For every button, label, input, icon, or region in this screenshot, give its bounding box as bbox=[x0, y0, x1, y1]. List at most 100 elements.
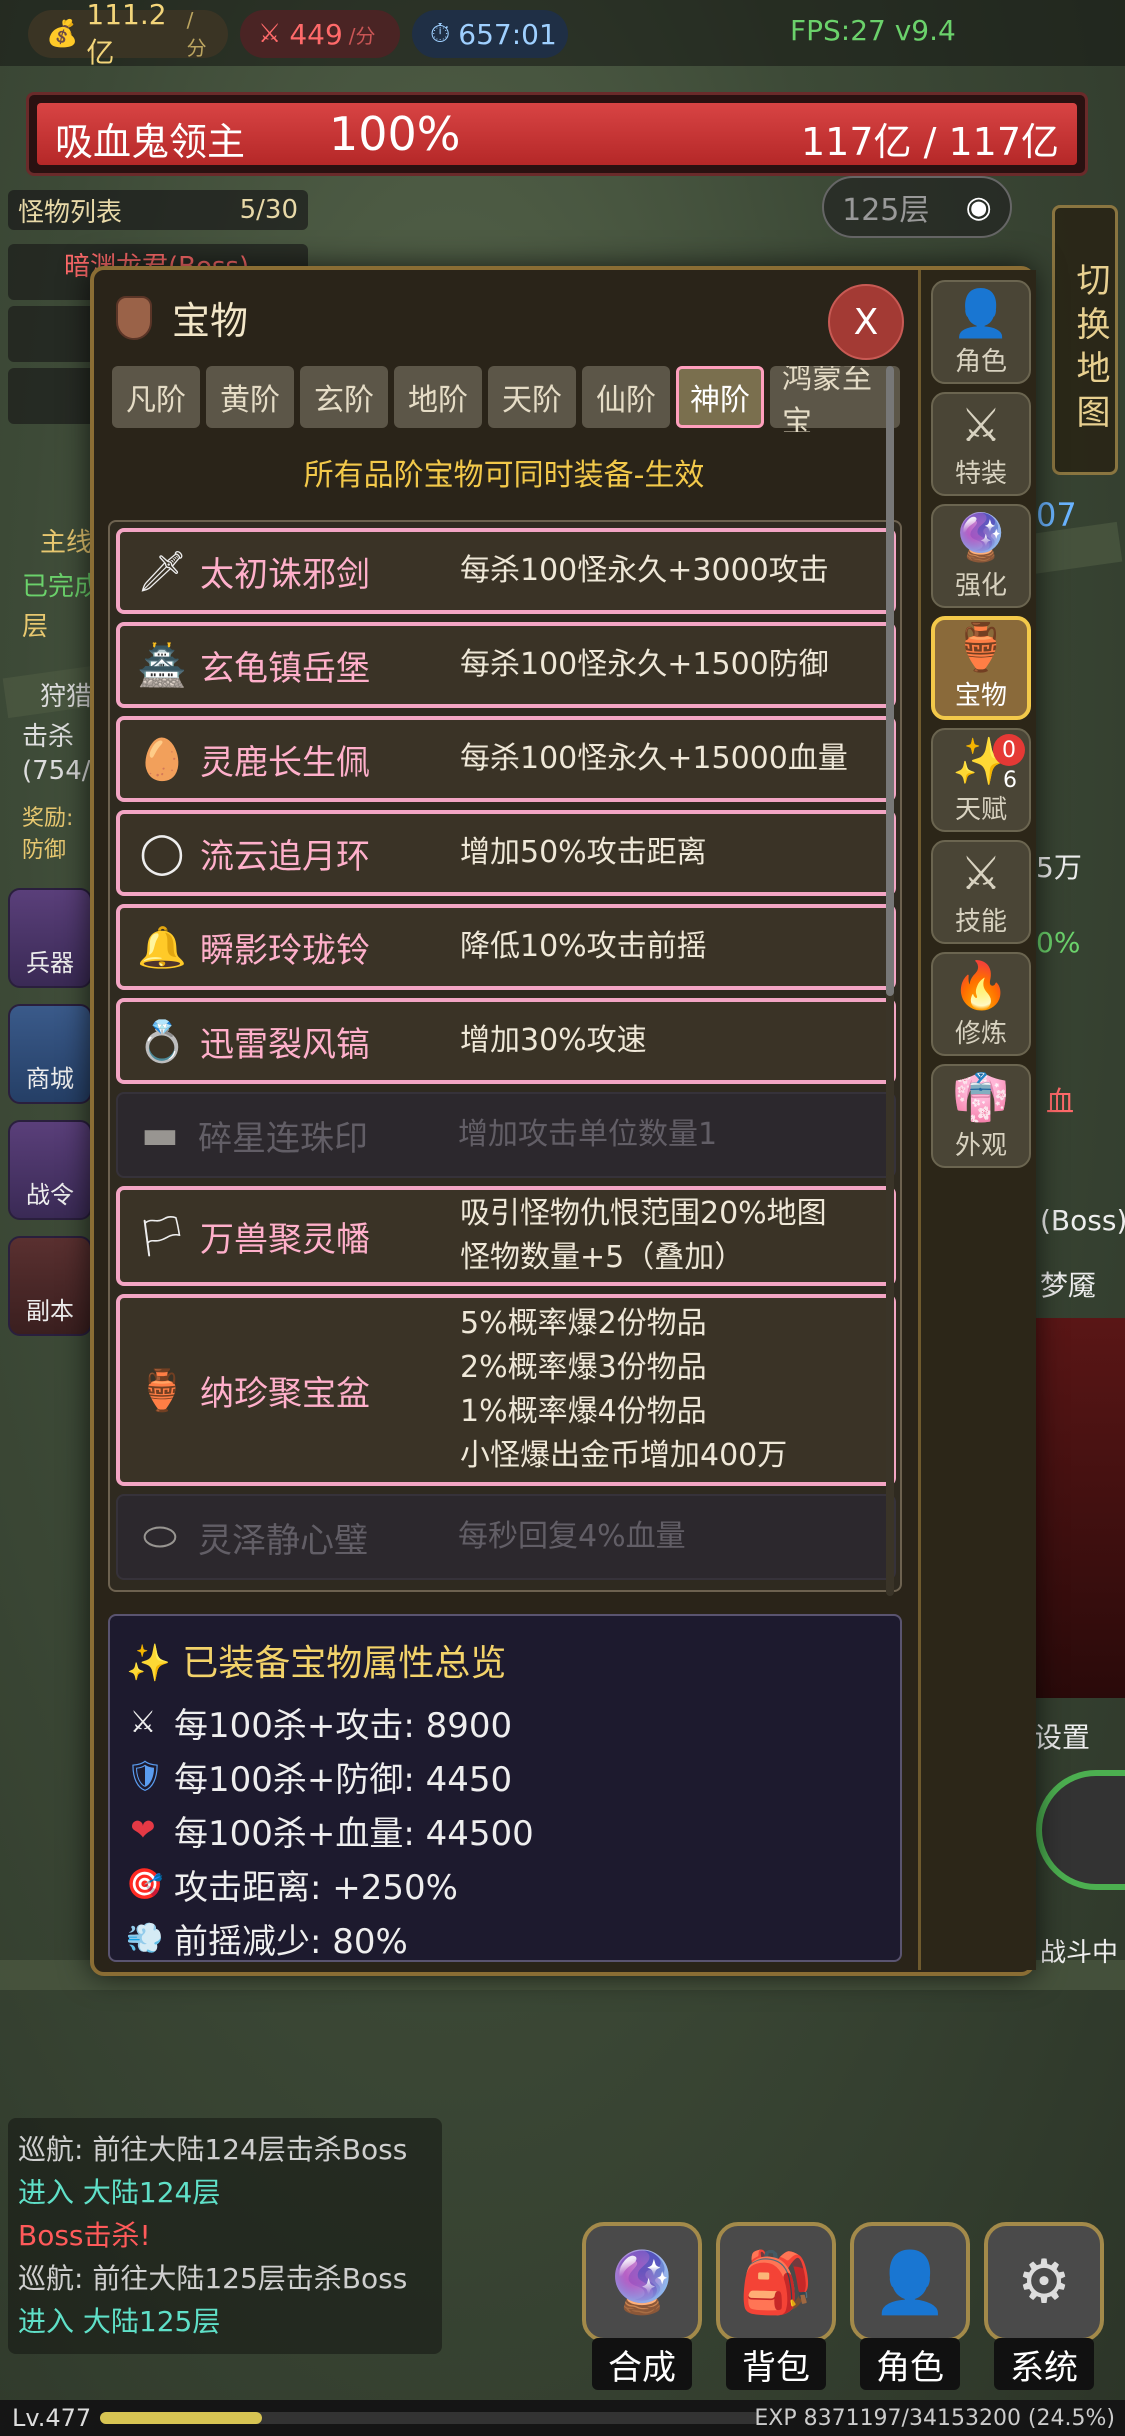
backpack-icon: 🎒 bbox=[738, 2247, 814, 2318]
switch-map-button[interactable]: 切换地图 bbox=[1052, 205, 1118, 475]
scrollbar-thumb[interactable] bbox=[886, 366, 894, 996]
treasure-effect: 每杀100怪永久+3000攻击 bbox=[460, 549, 829, 593]
rail-tab-robe[interactable]: 👘 外观 bbox=[931, 1064, 1031, 1168]
status-bar: 💰 111.2亿/分 ⚔ 449/分 ⏱ 657:01 FPS:27 v9.4 bbox=[0, 0, 1125, 69]
robe-icon: 👘 bbox=[952, 1070, 1010, 1124]
boss-name: 吸血鬼领主 bbox=[55, 120, 246, 164]
quest-label: 狩猎 bbox=[40, 682, 93, 712]
treasure-name: 万兽聚灵幡 bbox=[200, 1219, 370, 1260]
disc-icon: ⬭ bbox=[142, 1514, 178, 1560]
treasure-item[interactable]: ◯ 流云追月环 增加50%攻击距离 bbox=[116, 810, 896, 896]
tab-tier[interactable]: 凡阶 bbox=[112, 366, 200, 428]
system-button[interactable]: ⚙ bbox=[984, 2222, 1104, 2342]
character-button[interactable]: 👤 bbox=[850, 2222, 970, 2342]
effect-line: 怪物数量+5（叠加） bbox=[460, 1240, 745, 1275]
treasure-effect: 吸引怪物仇恨范围20%地图 怪物数量+5（叠加） bbox=[460, 1192, 827, 1280]
effect-line: 降低10%攻击前摇 bbox=[460, 929, 707, 964]
side-button-weapons[interactable]: 兵器 bbox=[8, 888, 92, 988]
rail-tab-label: 角色 bbox=[954, 347, 1007, 377]
treasure-effect: 增加50%攻击距离 bbox=[460, 831, 707, 875]
behind-label: 梦魇 bbox=[1040, 1269, 1097, 1302]
rail-tab-vase[interactable]: 🏺 宝物 bbox=[931, 616, 1031, 720]
event-log: 巡航: 前往大陆124层击杀Boss 进入 大陆124层 Boss击杀! 巡航: 前往… bbox=[8, 2118, 442, 2354]
treasure-effect: 降低10%攻击前摇 bbox=[460, 925, 707, 969]
rail-tab-label: 天赋 bbox=[954, 795, 1007, 825]
treasure-item[interactable]: 💍 迅雷裂风镐 增加30%攻速 bbox=[116, 998, 896, 1084]
treasure-name: 流云追月环 bbox=[200, 836, 370, 877]
summary-row: 🎯 攻击距离: +250% bbox=[126, 1867, 458, 1908]
effect-line: 1%概率爆4份物品 bbox=[460, 1394, 707, 1429]
rail-tab-fire[interactable]: 🔥 修炼 bbox=[931, 952, 1031, 1056]
quest-label: 防御 bbox=[22, 838, 67, 863]
treasure-name: 灵鹿长生佩 bbox=[200, 742, 370, 783]
tab-tier[interactable]: 黄阶 bbox=[206, 366, 294, 428]
behind-label: 0% bbox=[1036, 926, 1081, 959]
effect-line: 增加30%攻速 bbox=[460, 1023, 647, 1058]
treasure-item[interactable]: 🥚 灵鹿长生佩 每杀100怪永久+15000血量 bbox=[116, 716, 896, 802]
treasure-modal: 宝物 X 凡阶 黄阶 玄阶 地阶 天阶 仙阶 神阶 鸿蒙至宝 所有品阶宝物可同时… bbox=[90, 266, 1035, 1976]
monster-list-header[interactable]: 怪物列表 5/30 bbox=[8, 190, 308, 230]
shield-icon: 🛡 bbox=[126, 1759, 165, 1794]
swords-icon: ⚔ bbox=[129, 1705, 157, 1740]
list-scrollbar[interactable] bbox=[886, 366, 894, 1596]
side-button-battlepass[interactable]: 战令 bbox=[8, 1120, 92, 1220]
person-icon: 👤 bbox=[872, 2247, 948, 2318]
treasure-item[interactable]: 🏳 万兽聚灵幡 吸引怪物仇恨范围20%地图 怪物数量+5（叠加） bbox=[116, 1186, 896, 1286]
behind-label: 5万 bbox=[1036, 851, 1082, 884]
heart-icon: ❤ bbox=[130, 1813, 156, 1848]
treasure-item[interactable]: 🏺 纳珍聚宝盆 5%概率爆2份物品 2%概率爆3份物品 1%概率爆4份物品 小怪爆出金币增… bbox=[116, 1294, 896, 1486]
player-level: Lv.477 bbox=[12, 2404, 92, 2432]
sword-icon: 🗡 bbox=[136, 548, 188, 595]
quest-label: 主线 bbox=[40, 528, 93, 558]
treasure-item[interactable]: ▬ 碎星连珠印 增加攻击单位数量1 bbox=[116, 1092, 896, 1178]
behind-label: 血 bbox=[1046, 1085, 1075, 1118]
rail-tab-crossed-swords[interactable]: ⚔ 技能 bbox=[931, 840, 1031, 944]
side-button-shop[interactable]: 商城 bbox=[8, 1004, 92, 1104]
system-label: 系统 bbox=[994, 2338, 1094, 2390]
rail-tab-orb[interactable]: 🔮 强化 bbox=[931, 504, 1031, 608]
effect-line: 每杀100怪永久+15000血量 bbox=[460, 741, 848, 776]
tab-tier[interactable]: 地阶 bbox=[394, 366, 482, 428]
treasure-bowl-icon: 🏺 bbox=[137, 1367, 187, 1414]
synthesis-button[interactable]: 🔮 bbox=[582, 2222, 702, 2342]
fire-icon: 🔥 bbox=[952, 958, 1010, 1012]
tab-tier[interactable]: 仙阶 bbox=[582, 366, 670, 428]
rail-tab-sparkle[interactable]: ✨ 天赋 0 6 bbox=[931, 728, 1031, 832]
tab-tier[interactable]: 玄阶 bbox=[300, 366, 388, 428]
treasure-name: 迅雷裂风镐 bbox=[200, 1024, 370, 1065]
treasure-item[interactable]: 🏯 玄龟镇岳堡 每杀100怪永久+1500防御 bbox=[116, 622, 896, 708]
character-label: 角色 bbox=[860, 2338, 960, 2390]
log-line: 进入 大陆125层 bbox=[18, 2305, 221, 2338]
bell-icon: 🔔 bbox=[137, 924, 187, 971]
quest-label: 已完成 bbox=[22, 572, 101, 602]
wind-icon: 💨 bbox=[126, 1921, 164, 1956]
treasure-item[interactable]: 🗡 太初诛邪剑 每杀100怪永久+3000攻击 bbox=[116, 528, 896, 614]
treasure-item[interactable]: 🔔 瞬影玲珑铃 降低10%攻击前摇 bbox=[116, 904, 896, 990]
rail-tab-crossed-swords[interactable]: ⚔ 特装 bbox=[931, 392, 1031, 496]
gold-rate: 💰 111.2亿/分 bbox=[28, 0, 228, 69]
fortress-icon: 🏯 bbox=[137, 642, 187, 689]
treasure-effect: 每秒回复4%血量 bbox=[458, 1515, 686, 1559]
synthesis-label: 合成 bbox=[592, 2338, 692, 2390]
floor-indicator[interactable]: 125层 ◉ bbox=[822, 176, 1012, 238]
settings-button[interactable]: 设置 bbox=[1034, 1716, 1090, 1756]
treasure-effect: 增加30%攻速 bbox=[460, 1019, 647, 1063]
rail-tab-label: 特装 bbox=[954, 459, 1007, 489]
treasure-effect: 每杀100怪永久+15000血量 bbox=[460, 737, 848, 781]
exp-readout: EXP 8371197/34153200 (24.5%) bbox=[754, 2406, 1115, 2431]
backpack-button[interactable]: 🎒 bbox=[716, 2222, 836, 2342]
person-icon: 👤 bbox=[952, 286, 1010, 340]
treasure-item[interactable]: ⬭ 灵泽静心璧 每秒回复4%血量 bbox=[116, 1494, 896, 1580]
tab-tier[interactable]: 天阶 bbox=[488, 366, 576, 428]
tab-tier-active[interactable]: 神阶 bbox=[676, 366, 764, 428]
close-button[interactable]: X bbox=[828, 284, 904, 360]
tab-tier[interactable]: 鸿蒙至宝 bbox=[770, 366, 900, 432]
side-button-dungeon[interactable]: 副本 bbox=[8, 1236, 92, 1336]
behind-label: 07 bbox=[1036, 496, 1077, 534]
rail-tab-person[interactable]: 👤 角色 bbox=[931, 280, 1031, 384]
effect-line: 每杀100怪永久+1500防御 bbox=[460, 647, 829, 682]
sparkle-icon: ✨ bbox=[126, 1643, 183, 1684]
treasure-effect: 5%概率爆2份物品 2%概率爆3份物品 1%概率爆4份物品 小怪爆出金币增加400万 bbox=[460, 1302, 787, 1478]
boss-hp: 117亿 / 117亿 bbox=[800, 120, 1059, 164]
summary-row: ⚔ 每100杀+攻击: 8900 bbox=[126, 1698, 513, 1747]
